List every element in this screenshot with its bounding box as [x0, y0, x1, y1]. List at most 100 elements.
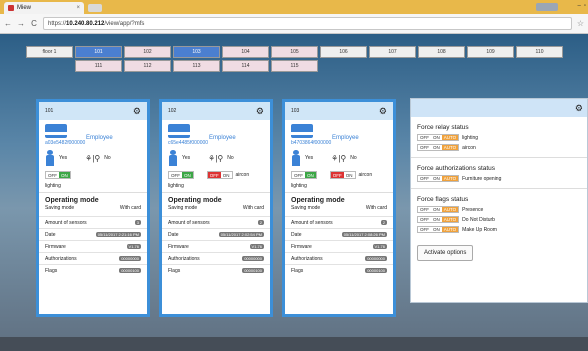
minimize-icon[interactable]: –: [578, 3, 581, 9]
gear-icon[interactable]: ⚙: [575, 103, 583, 113]
lighting-relay-toggle[interactable]: OFF ON: [291, 171, 317, 179]
forward-icon[interactable]: →: [17, 19, 25, 28]
toggle-off[interactable]: OFF: [418, 207, 431, 212]
toggle-on[interactable]: ON: [305, 172, 316, 178]
new-tab-button[interactable]: [88, 4, 102, 12]
lighting-relay-toggle[interactable]: OFF ON: [168, 171, 194, 179]
reload-icon[interactable]: C: [30, 19, 38, 28]
activate-options-button[interactable]: Activate options: [417, 245, 474, 261]
amount-value: 3: [134, 220, 141, 225]
date-label: Date: [168, 231, 179, 238]
toggle-auto[interactable]: AUTO: [441, 217, 459, 222]
back-icon[interactable]: ←: [4, 19, 12, 28]
force-relay-section: Force relay status OFF ON AUTO lighting OFF O…: [411, 117, 587, 158]
saving-mode-label: Saving mode: [291, 205, 321, 211]
toggle-auto[interactable]: AUTO: [441, 207, 459, 212]
tab-close-icon[interactable]: ×: [76, 5, 80, 11]
presence-yes: Yes: [182, 155, 191, 161]
room-number: 101: [45, 108, 54, 114]
flags-value: 00000100: [365, 268, 387, 273]
room-button-108[interactable]: 108: [418, 46, 465, 58]
tri-state-toggle[interactable]: OFF ON AUTO: [417, 206, 460, 213]
room-button-110[interactable]: 110: [516, 46, 563, 58]
room-card-body: b4703864f000000 Yes ⚘|⚲ No OFF ON OFF ON aircon l…: [285, 120, 393, 314]
operating-mode-title: Operating mode: [168, 197, 222, 204]
room-button-101[interactable]: 101: [75, 46, 122, 58]
toggle-on[interactable]: ON: [343, 172, 355, 178]
toggle-off[interactable]: OFF: [207, 172, 221, 178]
flags-label: Flags: [291, 267, 304, 274]
toggle-on[interactable]: ON: [431, 176, 442, 181]
tri-state-toggle[interactable]: OFF ON AUTO: [417, 216, 460, 223]
room-card[interactable]: 102 ⚙ Employee c65e4485f000000 Yes ⚘|⚲ No OFF ON…: [159, 99, 273, 317]
toggle-off[interactable]: OFF: [169, 172, 182, 178]
tab-bar: Miew × – ▫: [0, 0, 588, 14]
room-row-1: floor 1 101 102 103 104 105 106 107 108 109 110: [26, 46, 563, 58]
tri-state-toggle[interactable]: OFF ON AUTO: [417, 144, 460, 151]
tri-state-toggle[interactable]: OFF ON AUTO: [417, 134, 460, 141]
toggle-off[interactable]: OFF: [418, 227, 431, 232]
toggle-auto[interactable]: AUTO: [441, 145, 459, 150]
room-button-107[interactable]: 107: [369, 46, 416, 58]
toggle-on[interactable]: ON: [59, 172, 70, 178]
toggle-off[interactable]: OFF: [418, 145, 431, 150]
url-field[interactable]: https://10.240.80.212/view/app/?mfs: [43, 17, 572, 30]
room-button-114[interactable]: 114: [222, 60, 269, 72]
room-button-105[interactable]: 105: [271, 46, 318, 58]
toggle-off[interactable]: OFF: [418, 176, 431, 181]
force-flags-title: Force flags status: [417, 196, 469, 203]
room-button-111[interactable]: 111: [75, 60, 122, 72]
lighting-relay-toggle[interactable]: OFF ON: [45, 171, 71, 179]
toggle-on[interactable]: ON: [431, 217, 442, 222]
toggle-auto[interactable]: AUTO: [441, 176, 459, 181]
room-button-floor-1[interactable]: floor 1: [26, 46, 73, 58]
room-button-103[interactable]: 103: [173, 46, 220, 58]
profile-button[interactable]: [536, 3, 558, 11]
toggle-on[interactable]: ON: [431, 145, 442, 150]
browser-tab[interactable]: Miew ×: [4, 2, 84, 14]
room-button-106[interactable]: 106: [320, 46, 367, 58]
flags-row: Flags 00000100: [162, 264, 270, 276]
gear-icon[interactable]: ⚙: [256, 106, 264, 116]
room-card[interactable]: 101 ⚙ Employee a03e5482f000000 Yes ⚘|⚲ No OFF ON…: [36, 99, 150, 317]
toggle-off[interactable]: OFF: [330, 172, 344, 178]
gear-icon[interactable]: ⚙: [379, 106, 387, 116]
auth-value: 00000000: [365, 256, 387, 261]
tri-state-toggle[interactable]: OFF ON AUTO: [417, 175, 460, 182]
room-row-spacer: [26, 60, 73, 72]
toggle-off[interactable]: OFF: [46, 172, 59, 178]
firmware-label: Firmware: [168, 243, 189, 250]
toggle-off[interactable]: OFF: [292, 172, 305, 178]
auth-label: Authorizations: [291, 255, 323, 262]
toggle-on[interactable]: ON: [431, 227, 442, 232]
toggle-off[interactable]: OFF: [418, 217, 431, 222]
person-icon: [45, 150, 55, 166]
tri-state-toggle[interactable]: OFF ON AUTO: [417, 226, 460, 233]
person-body: [169, 155, 177, 166]
toggle-auto[interactable]: AUTO: [441, 227, 459, 232]
address-bar-row: ← → C https://10.240.80.212/view/app/?mf…: [0, 14, 588, 34]
bookmark-star-icon[interactable]: ☆: [577, 19, 584, 28]
room-button-112[interactable]: 112: [124, 60, 171, 72]
room-button-109[interactable]: 109: [467, 46, 514, 58]
room-button-115[interactable]: 115: [271, 60, 318, 72]
divider: [162, 192, 270, 193]
room-selector: floor 1 101 102 103 104 105 106 107 108 109 110 11…: [26, 46, 563, 72]
room-button-102[interactable]: 102: [124, 46, 171, 58]
toggle-off[interactable]: OFF: [418, 135, 431, 140]
employee-card-icon: [45, 124, 67, 138]
maximize-icon[interactable]: ▫: [584, 3, 586, 9]
toggle-on[interactable]: ON: [431, 135, 442, 140]
gear-icon[interactable]: ⚙: [133, 106, 141, 116]
aircon-relay-toggle[interactable]: OFF ON: [329, 171, 356, 179]
auth-label: Authorizations: [168, 255, 200, 262]
toggle-on[interactable]: ON: [220, 172, 232, 178]
room-button-104[interactable]: 104: [222, 46, 269, 58]
toggle-auto[interactable]: AUTO: [441, 135, 459, 140]
room-button-113[interactable]: 113: [173, 60, 220, 72]
toggle-on[interactable]: ON: [431, 207, 442, 212]
aircon-relay-toggle[interactable]: OFF ON: [206, 171, 233, 179]
room-card[interactable]: 103 ⚙ Employee b4703864f000000 Yes ⚘|⚲ No OFF ON…: [282, 99, 396, 317]
toggle-on[interactable]: ON: [182, 172, 193, 178]
date-value: 05/11/2017 2:08:26 PM: [341, 232, 387, 237]
